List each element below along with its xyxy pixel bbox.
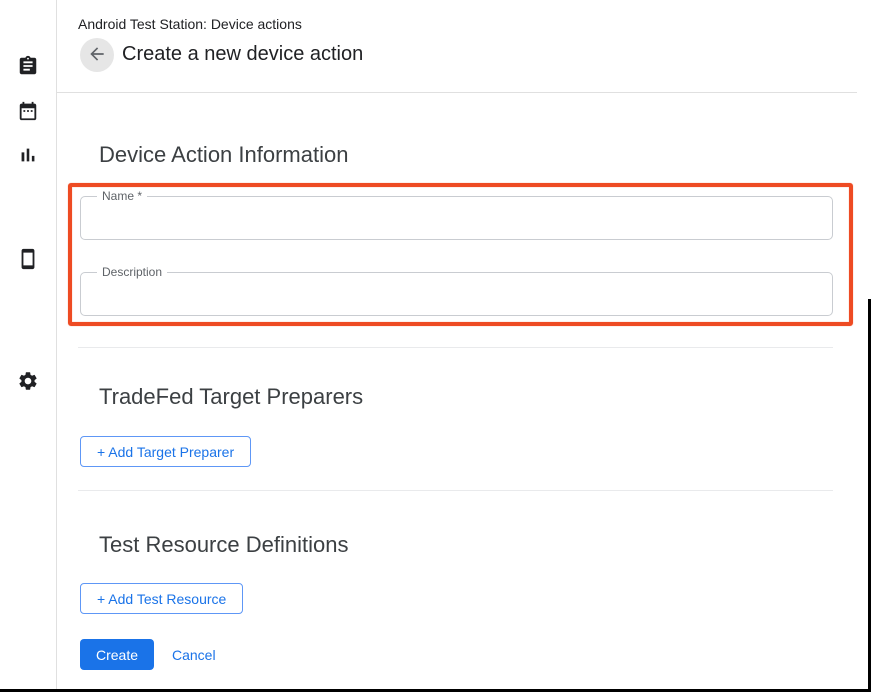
smartphone-icon xyxy=(17,248,39,273)
breadcrumb: Android Test Station: Device actions xyxy=(78,16,302,32)
add-target-preparer-button[interactable]: + Add Target Preparer xyxy=(80,436,251,467)
back-button[interactable] xyxy=(80,38,114,72)
bar-chart-icon xyxy=(17,144,39,169)
add-test-resource-button[interactable]: + Add Test Resource xyxy=(80,583,243,614)
sidebar-item-settings[interactable] xyxy=(8,362,48,402)
section-title-tradefed-target-preparers: TradeFed Target Preparers xyxy=(99,384,363,410)
name-field[interactable]: Name * xyxy=(80,196,833,240)
sidebar-item-test-plans[interactable] xyxy=(8,92,48,132)
page-title: Create a new device action xyxy=(122,43,363,66)
calendar-icon xyxy=(17,100,39,125)
name-field-label: Name * xyxy=(97,189,147,203)
section-title-test-resource-definitions: Test Resource Definitions xyxy=(99,532,348,558)
description-field-label: Description xyxy=(97,265,167,279)
sidebar-item-tests[interactable] xyxy=(8,47,48,87)
window-border-bottom xyxy=(0,689,871,692)
header-divider xyxy=(57,92,857,93)
create-button[interactable]: Create xyxy=(80,639,154,670)
section-title-device-action-information: Device Action Information xyxy=(99,142,348,168)
arrow-left-icon xyxy=(87,44,107,67)
clipboard-icon xyxy=(17,55,39,80)
app-window: Android Test Station: Device actions Cre… xyxy=(0,0,871,696)
cancel-button[interactable]: Cancel xyxy=(172,647,216,663)
sidebar-item-test-runs[interactable] xyxy=(8,136,48,176)
section-divider xyxy=(78,347,833,348)
gear-icon xyxy=(17,370,39,395)
description-field[interactable]: Description xyxy=(80,272,833,316)
description-input[interactable] xyxy=(95,279,815,309)
sidebar-item-devices[interactable] xyxy=(8,240,48,280)
section-divider xyxy=(78,490,833,491)
sidebar xyxy=(0,0,57,690)
name-input[interactable] xyxy=(95,203,815,233)
